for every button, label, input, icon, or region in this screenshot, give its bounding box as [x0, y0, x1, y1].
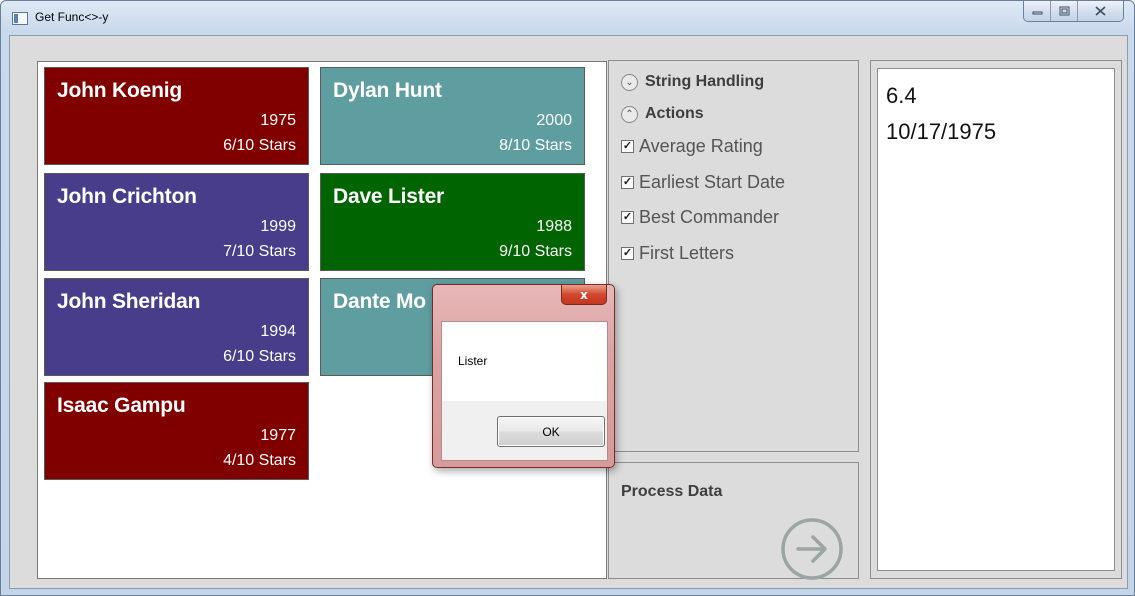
tile-name: John Crichton [57, 185, 197, 208]
checkbox-icon[interactable]: ✓ [621, 211, 634, 224]
tile-name: John Koenig [57, 79, 182, 102]
tile-stars: 7/10 Stars [223, 243, 296, 260]
actions-label: Actions [645, 105, 704, 122]
close-button[interactable] [1078, 1, 1123, 21]
tile-stars: 4/10 Stars [223, 452, 296, 469]
dialog-close-button[interactable]: x [561, 285, 607, 305]
tile-year: 1988 [536, 218, 572, 235]
checkbox-icon[interactable]: ✓ [621, 247, 634, 260]
tile-john-koenig[interactable]: John Koenig 1975 6/10 Stars [44, 67, 309, 165]
tile-year: 1977 [260, 427, 296, 444]
app-icon [12, 12, 28, 25]
ok-button[interactable]: OK [497, 416, 605, 447]
tile-name: Dante Mo [333, 290, 426, 313]
output-textbox[interactable]: 6.4 10/17/1975 [877, 68, 1115, 571]
actions-expander[interactable]: ⌃ Actions [621, 105, 704, 123]
app-window: Get Func<>-y John Koenig 1975 6/10 Stars… [0, 0, 1135, 596]
checkbox-icon[interactable]: ✓ [621, 176, 634, 189]
checkbox-first-letters[interactable]: ✓ First Letters [621, 243, 734, 264]
string-handling-label: String Handling [645, 73, 765, 90]
chevron-up-icon: ⌃ [621, 105, 638, 123]
output-panel: 6.4 10/17/1975 [870, 60, 1122, 579]
minimize-icon [1032, 11, 1042, 15]
tile-name: John Sheridan [57, 290, 201, 313]
tile-isaac-gampu[interactable]: Isaac Gampu 1977 4/10 Stars [44, 382, 309, 480]
tile-john-crichton[interactable]: John Crichton 1999 7/10 Stars [44, 173, 309, 271]
checkbox-label: Best Commander [639, 207, 780, 227]
tile-dave-lister[interactable]: Dave Lister 1988 9/10 Stars [320, 173, 585, 271]
tile-stars: 8/10 Stars [499, 137, 572, 154]
tile-year: 1994 [260, 323, 296, 340]
caption-buttons [1023, 1, 1124, 22]
tile-name: Dylan Hunt [333, 79, 442, 102]
dialog-body: Lister [441, 321, 608, 401]
checkbox-label: First Letters [639, 243, 735, 263]
string-handling-expander[interactable]: ⌄ String Handling [621, 73, 764, 91]
tile-stars: 6/10 Stars [223, 348, 296, 365]
checkbox-earliest-start-date[interactable]: ✓ Earliest Start Date [621, 172, 785, 193]
tile-stars: 6/10 Stars [223, 137, 296, 154]
dialog-footer: OK [441, 401, 608, 461]
close-icon [1095, 6, 1106, 16]
tile-john-sheridan[interactable]: John Sheridan 1994 6/10 Stars [44, 278, 309, 376]
chevron-down-icon: ⌄ [621, 73, 638, 91]
tile-year: 1999 [260, 218, 296, 235]
arrow-right-circle-icon[interactable] [780, 517, 844, 581]
output-line: 6.4 [886, 83, 917, 108]
checkbox-icon[interactable]: ✓ [621, 140, 634, 153]
checkbox-average-rating[interactable]: ✓ Average Rating [621, 136, 763, 157]
window-title: Get Func<>-y [35, 10, 109, 24]
checkbox-label: Average Rating [639, 136, 763, 156]
tile-year: 2000 [536, 112, 572, 129]
tile-year: 1975 [260, 112, 296, 129]
message-dialog: x Lister OK [432, 284, 615, 468]
options-panel: ⌄ String Handling ⌃ Actions ✓ Average Ra… [608, 60, 859, 452]
checkbox-best-commander[interactable]: ✓ Best Commander [621, 207, 779, 228]
tile-dylan-hunt[interactable]: Dylan Hunt 2000 8/10 Stars [320, 67, 585, 165]
close-icon: x [580, 287, 588, 302]
maximize-icon [1059, 6, 1069, 16]
checkbox-label: Earliest Start Date [639, 172, 786, 192]
process-data-label: Process Data [621, 483, 723, 500]
tile-stars: 9/10 Stars [499, 243, 572, 260]
process-panel: Process Data [608, 462, 859, 581]
title-bar[interactable]: Get Func<>-y [1, 1, 1135, 35]
tile-name: Isaac Gampu [57, 394, 186, 417]
output-line: 10/17/1975 [886, 119, 997, 144]
minimize-button[interactable] [1024, 1, 1051, 21]
maximize-button[interactable] [1051, 1, 1078, 21]
dialog-message: Lister [458, 354, 488, 368]
tile-name: Dave Lister [333, 185, 445, 208]
